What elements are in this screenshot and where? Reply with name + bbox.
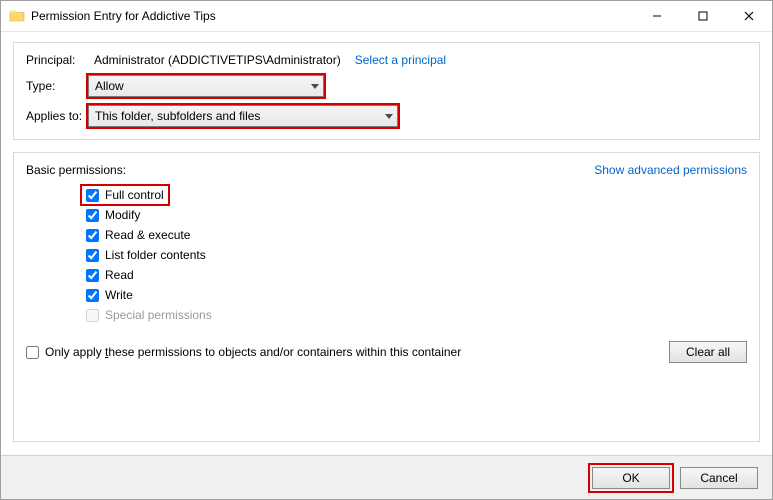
- only-apply-checkbox[interactable]: [26, 346, 39, 359]
- perm-read: Read: [82, 265, 747, 285]
- folder-icon: [9, 8, 25, 24]
- principal-panel: Principal: Administrator (ADDICTIVETIPS\…: [13, 42, 760, 140]
- type-label: Type:: [26, 79, 88, 93]
- only-apply-label: Only apply these permissions to objects …: [45, 345, 461, 359]
- perm-full-control-label: Full control: [105, 188, 164, 202]
- only-apply-row: Only apply these permissions to objects …: [26, 345, 461, 359]
- applies-to-combobox[interactable]: This folder, subfolders and files: [88, 105, 398, 127]
- perm-write-checkbox[interactable]: [86, 289, 99, 302]
- clear-all-button[interactable]: Clear all: [669, 341, 747, 363]
- perm-list-folder-label: List folder contents: [105, 248, 206, 262]
- perm-modify-checkbox[interactable]: [86, 209, 99, 222]
- minimize-button[interactable]: [634, 1, 680, 31]
- perm-full-control: Full control: [82, 185, 747, 205]
- perm-modify-label: Modify: [105, 208, 140, 222]
- permissions-panel: Basic permissions: Show advanced permiss…: [13, 152, 760, 442]
- perm-read-label: Read: [105, 268, 134, 282]
- perm-read-execute-label: Read & execute: [105, 228, 190, 242]
- perm-list-folder-checkbox[interactable]: [86, 249, 99, 262]
- title-bar: Permission Entry for Addictive Tips: [1, 1, 772, 32]
- principal-value: Administrator (ADDICTIVETIPS\Administrat…: [94, 53, 341, 67]
- principal-label: Principal:: [26, 53, 88, 67]
- perm-read-execute-checkbox[interactable]: [86, 229, 99, 242]
- perm-special: Special permissions: [82, 305, 747, 325]
- perm-modify: Modify: [82, 205, 747, 225]
- dialog-footer: OK Cancel: [1, 455, 772, 499]
- show-advanced-permissions-link[interactable]: Show advanced permissions: [594, 163, 747, 177]
- perm-write-label: Write: [105, 288, 133, 302]
- permission-list: Full control Modify Read & execute List …: [26, 185, 747, 325]
- chevron-down-icon: [311, 84, 319, 89]
- basic-permissions-label: Basic permissions:: [26, 163, 126, 177]
- perm-special-label: Special permissions: [105, 308, 212, 322]
- applies-to-combobox-value: This folder, subfolders and files: [95, 109, 260, 123]
- perm-write: Write: [82, 285, 747, 305]
- select-principal-link[interactable]: Select a principal: [355, 53, 446, 67]
- type-combobox-value: Allow: [95, 79, 124, 93]
- maximize-button[interactable]: [680, 1, 726, 31]
- perm-read-execute: Read & execute: [82, 225, 747, 245]
- ok-button[interactable]: OK: [592, 467, 670, 489]
- close-button[interactable]: [726, 1, 772, 31]
- perm-full-control-checkbox[interactable]: [86, 189, 99, 202]
- perm-list-folder: List folder contents: [82, 245, 747, 265]
- chevron-down-icon: [385, 114, 393, 119]
- window-controls: [634, 1, 772, 31]
- cancel-button[interactable]: Cancel: [680, 467, 758, 489]
- type-combobox[interactable]: Allow: [88, 75, 324, 97]
- applies-to-label: Applies to:: [26, 109, 88, 123]
- perm-read-checkbox[interactable]: [86, 269, 99, 282]
- window-title: Permission Entry for Addictive Tips: [31, 9, 216, 23]
- perm-special-checkbox: [86, 309, 99, 322]
